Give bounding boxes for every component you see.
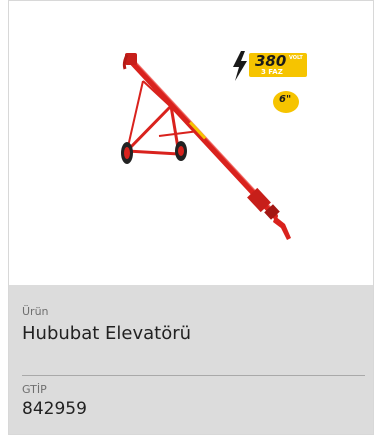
size-badge: 6"	[271, 87, 301, 117]
product-image: 380 VOLT 3 FAZ 6"	[9, 1, 373, 285]
phase-label: 3 FAZ	[261, 68, 283, 76]
gtip-code: 842959	[22, 399, 87, 419]
lightning-icon	[233, 51, 247, 81]
grain-elevator-image	[121, 53, 291, 240]
product-name: Hububat Elevatörü	[22, 323, 192, 344]
gtip-label: GTİP	[22, 383, 47, 396]
product-card[interactable]: 380 VOLT 3 FAZ 6" Ürün Hububat Elevatörü…	[8, 0, 374, 435]
urun-label: Ürün	[22, 305, 49, 318]
voltage-badge: 380 VOLT 3 FAZ	[231, 51, 309, 81]
volt-unit: VOLT	[289, 55, 303, 61]
divider	[22, 375, 365, 376]
product-info-panel: Ürün Hububat Elevatörü GTİP 842959	[9, 285, 373, 434]
size-value: 6"	[279, 94, 292, 105]
